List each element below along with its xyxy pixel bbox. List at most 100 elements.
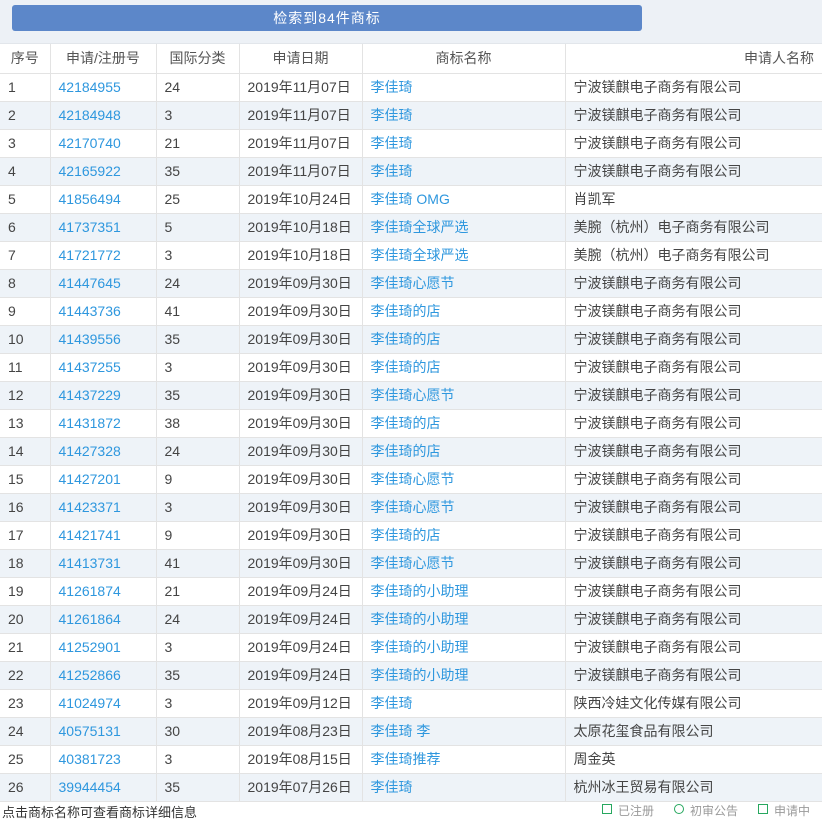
row-index-cell: 4 (0, 157, 50, 185)
registration-number-link[interactable]: 41856494 (59, 191, 121, 207)
trademark-name-link[interactable]: 李佳琦的店 (371, 527, 441, 543)
intl-class-cell: 35 (156, 381, 239, 409)
registration-number-link-cell: 41421741 (50, 521, 156, 549)
trademark-name-link[interactable]: 李佳琦心愿节 (371, 499, 455, 515)
registration-number-link[interactable]: 41423371 (59, 499, 121, 515)
trademark-name-link[interactable]: 李佳琦心愿节 (371, 555, 455, 571)
trademark-name-link[interactable]: 李佳琦的小助理 (371, 583, 469, 599)
registration-number-link[interactable]: 41024974 (59, 695, 121, 711)
trademark-name-link[interactable]: 李佳琦心愿节 (371, 387, 455, 403)
row-index-cell: 26 (0, 773, 50, 801)
trademark-name-link-cell: 李佳琦推荐 (362, 745, 565, 773)
trademark-name-link-cell: 李佳琦的店 (362, 353, 565, 381)
registration-number-link[interactable]: 41413731 (59, 555, 121, 571)
trademark-name-link[interactable]: 李佳琦 李 (371, 723, 431, 739)
trademark-name-link[interactable]: 李佳琦推荐 (371, 751, 441, 767)
registration-number-link[interactable]: 40381723 (59, 751, 121, 767)
row-index-cell: 20 (0, 605, 50, 633)
application-date-cell: 2019年09月30日 (239, 549, 362, 577)
registration-number-link[interactable]: 41261874 (59, 583, 121, 599)
intl-class-cell: 25 (156, 185, 239, 213)
registration-number-link[interactable]: 41443736 (59, 303, 121, 319)
legend-square-icon (602, 804, 612, 814)
registration-number-link[interactable]: 40575131 (59, 723, 121, 739)
registration-number-link[interactable]: 41447645 (59, 275, 121, 291)
trademark-name-link[interactable]: 李佳琦的店 (371, 303, 441, 319)
applicant-name-cell: 宁波镁麒电子商务有限公司 (565, 661, 822, 689)
trademark-name-link[interactable]: 李佳琦 (371, 107, 413, 123)
registration-number-link-cell: 42184955 (50, 73, 156, 101)
applicant-name-cell: 宁波镁麒电子商务有限公司 (565, 465, 822, 493)
header-application-date: 申请日期 (239, 44, 362, 73)
registration-number-link[interactable]: 39944454 (59, 779, 121, 795)
trademark-name-link-cell: 李佳琦心愿节 (362, 269, 565, 297)
applicant-name-cell: 宁波镁麒电子商务有限公司 (565, 605, 822, 633)
application-date-cell: 2019年09月30日 (239, 381, 362, 409)
application-date-cell: 2019年11月07日 (239, 157, 362, 185)
registration-number-link-cell: 42165922 (50, 157, 156, 185)
registration-number-link[interactable]: 41252901 (59, 639, 121, 655)
application-date-cell: 2019年09月30日 (239, 353, 362, 381)
registration-number-link[interactable]: 42184948 (59, 107, 121, 123)
search-result-count-banner: 检索到84件商标 (12, 5, 642, 31)
application-date-cell: 2019年11月07日 (239, 129, 362, 157)
registration-number-link-cell: 42184948 (50, 101, 156, 129)
results-table-body: 142184955242019年11月07日李佳琦宁波镁麒电子商务有限公司242… (0, 73, 822, 801)
trademark-name-link[interactable]: 李佳琦 (371, 695, 413, 711)
registration-number-link[interactable]: 41252866 (59, 667, 121, 683)
trademark-name-link[interactable]: 李佳琦的店 (371, 443, 441, 459)
trademark-name-link[interactable]: 李佳琦的小助理 (371, 611, 469, 627)
registration-number-link[interactable]: 42165922 (59, 163, 121, 179)
registration-number-link[interactable]: 42170740 (59, 135, 121, 151)
intl-class-cell: 30 (156, 717, 239, 745)
trademark-name-link[interactable]: 李佳琦心愿节 (371, 275, 455, 291)
trademark-name-link[interactable]: 李佳琦的小助理 (371, 639, 469, 655)
intl-class-cell: 21 (156, 577, 239, 605)
trademark-name-link[interactable]: 李佳琦全球严选 (371, 219, 469, 235)
registration-number-link[interactable]: 41437255 (59, 359, 121, 375)
trademark-name-link[interactable]: 李佳琦的店 (371, 331, 441, 347)
registration-number-link[interactable]: 41737351 (59, 219, 121, 235)
registration-number-link-cell: 41427201 (50, 465, 156, 493)
table-row: 154142720192019年09月30日李佳琦心愿节宁波镁麒电子商务有限公司 (0, 465, 822, 493)
trademark-name-link[interactable]: 李佳琦 (371, 163, 413, 179)
registration-number-link-cell: 40575131 (50, 717, 156, 745)
table-row: 1241437229352019年09月30日李佳琦心愿节宁波镁麒电子商务有限公… (0, 381, 822, 409)
registration-number-link-cell: 41261864 (50, 605, 156, 633)
intl-class-cell: 41 (156, 549, 239, 577)
trademark-name-link-cell: 李佳琦心愿节 (362, 465, 565, 493)
registration-number-link[interactable]: 41427201 (59, 471, 121, 487)
registration-number-link[interactable]: 41427328 (59, 443, 121, 459)
registration-number-link[interactable]: 41431872 (59, 415, 121, 431)
trademark-name-link[interactable]: 李佳琦心愿节 (371, 471, 455, 487)
trademark-name-link-cell: 李佳琦 (362, 101, 565, 129)
registration-number-link[interactable]: 41437229 (59, 387, 121, 403)
registration-number-link[interactable]: 41421741 (59, 527, 121, 543)
trademark-name-link[interactable]: 李佳琦 (371, 135, 413, 151)
registration-number-link[interactable]: 41721772 (59, 247, 121, 263)
registration-number-link[interactable]: 42184955 (59, 79, 121, 95)
trademark-name-link-cell: 李佳琦 (362, 157, 565, 185)
registration-number-link[interactable]: 41261864 (59, 611, 121, 627)
table-row: 1941261874212019年09月24日李佳琦的小助理宁波镁麒电子商务有限… (0, 577, 822, 605)
applicant-name-cell: 杭州冰王贸易有限公司 (565, 773, 822, 801)
intl-class-cell: 24 (156, 269, 239, 297)
row-index-cell: 7 (0, 241, 50, 269)
registration-number-link[interactable]: 41439556 (59, 331, 121, 347)
application-date-cell: 2019年09月24日 (239, 577, 362, 605)
trademark-name-link[interactable]: 李佳琦全球严选 (371, 247, 469, 263)
trademark-name-link[interactable]: 李佳琦的店 (371, 359, 441, 375)
trademark-name-link[interactable]: 李佳琦 OMG (371, 191, 450, 207)
trademark-name-link-cell: 李佳琦的小助理 (362, 577, 565, 605)
top-strip: 检索到84件商标 (0, 0, 822, 44)
trademark-name-link[interactable]: 李佳琦 (371, 779, 413, 795)
trademark-name-link[interactable]: 李佳琦的店 (371, 415, 441, 431)
registration-number-link-cell: 41024974 (50, 689, 156, 717)
applicant-name-cell: 宁波镁麒电子商务有限公司 (565, 297, 822, 325)
table-row: 2639944454352019年07月26日李佳琦杭州冰王贸易有限公司 (0, 773, 822, 801)
trademark-name-link[interactable]: 李佳琦 (371, 79, 413, 95)
intl-class-cell: 38 (156, 409, 239, 437)
trademark-name-link-cell: 李佳琦心愿节 (362, 381, 565, 409)
trademark-name-link[interactable]: 李佳琦的小助理 (371, 667, 469, 683)
intl-class-cell: 24 (156, 73, 239, 101)
